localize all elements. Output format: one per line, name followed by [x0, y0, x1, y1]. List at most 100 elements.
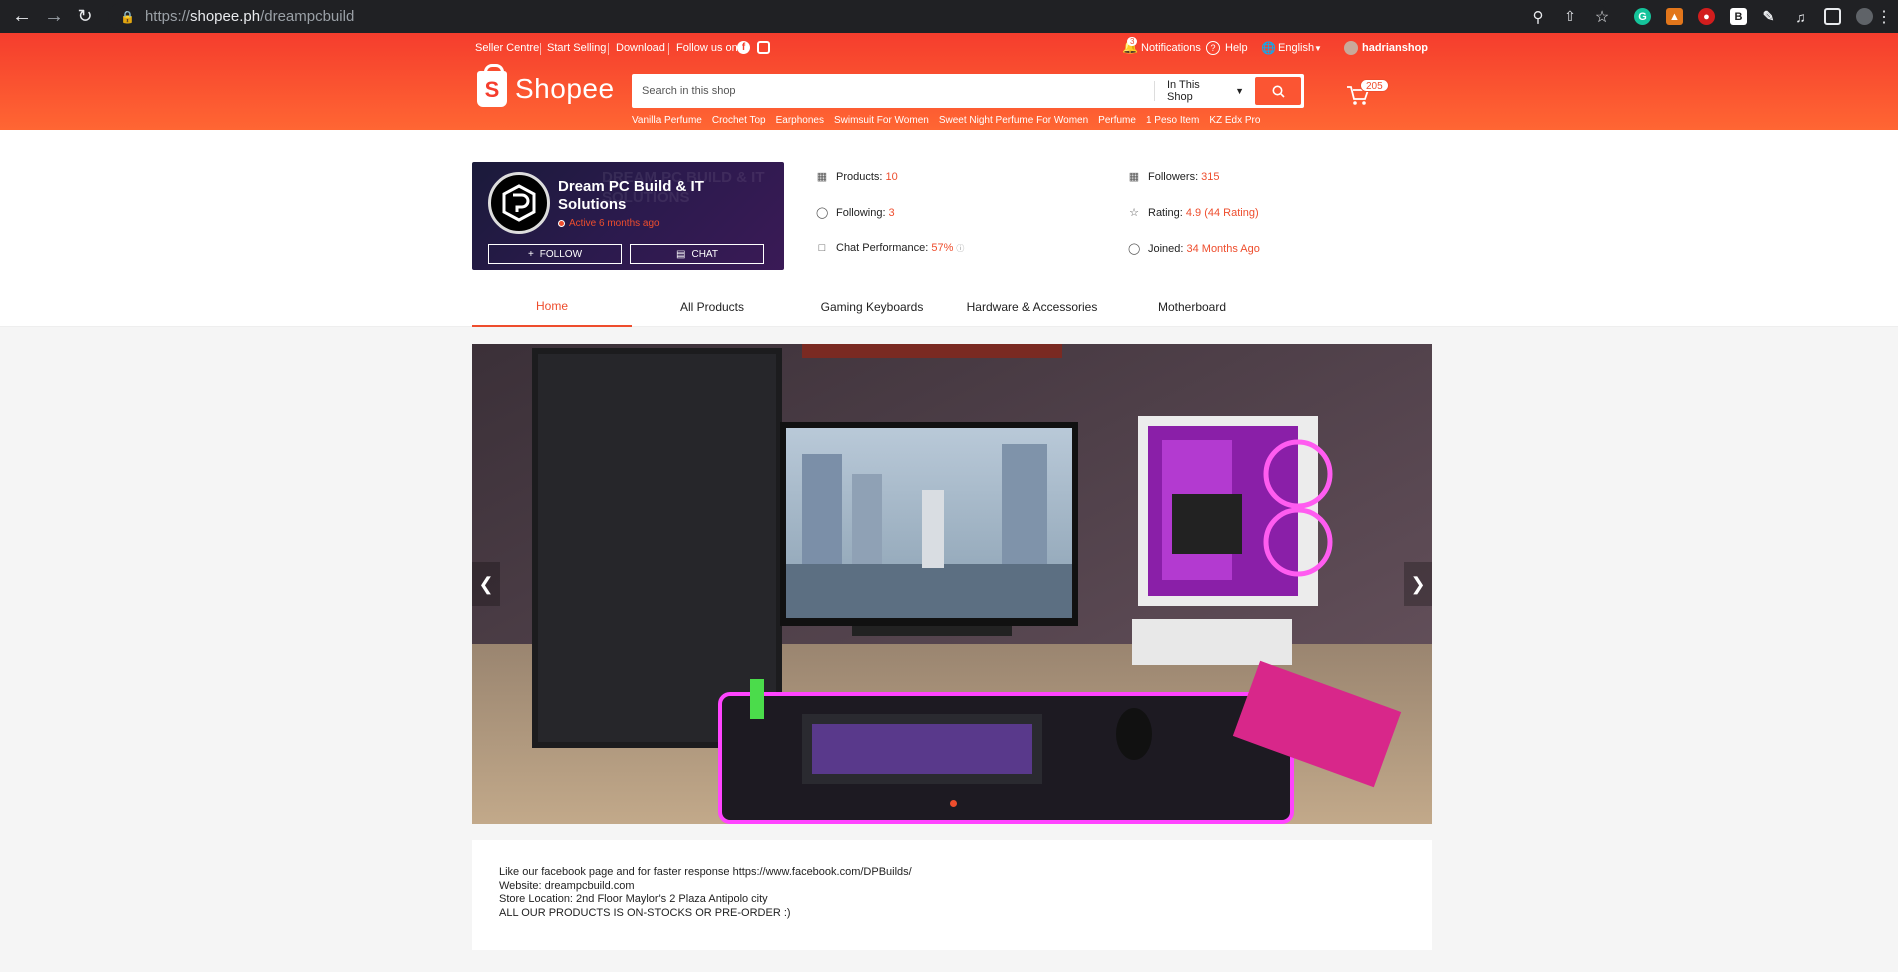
follow-label: FOLLOW [539, 248, 583, 260]
chevron-down-icon: ▼ [1314, 44, 1322, 53]
search-keywords: Vanilla Perfume Crochet Top Earphones Sw… [632, 115, 1260, 126]
search-icon [1272, 85, 1285, 98]
stat-value: 34 Months Ago [1186, 242, 1260, 255]
info-icon[interactable]: ⓘ [956, 243, 964, 254]
chat-button[interactable]: ▤ CHAT [630, 244, 764, 264]
keyword-link[interactable]: Perfume [1098, 115, 1136, 126]
zoom-icon[interactable]: ⚲ [1524, 0, 1552, 33]
shop-name: Dream PC Build & IT Solutions [558, 178, 704, 213]
tab-gaming-keyboards[interactable]: Gaming Keyboards [792, 287, 952, 327]
metamask-extension-icon[interactable]: ▲ [1666, 8, 1683, 25]
carousel-prev-button[interactable]: ❮ [472, 562, 500, 606]
facebook-icon[interactable]: f [737, 41, 750, 54]
stat-label: Joined: [1148, 242, 1184, 255]
keyword-link[interactable]: 1 Peso Item [1146, 115, 1199, 126]
help-link[interactable]: Help [1225, 42, 1248, 54]
language-selector[interactable]: English [1278, 42, 1314, 54]
shop-avatar[interactable] [488, 172, 550, 234]
url-text: https://shopee.ph/dreampcbuild [144, 8, 355, 25]
description-line: ALL OUR PRODUCTS IS ON-STOCKS OR PRE-ORD… [499, 906, 791, 919]
tab-motherboard[interactable]: Motherboard [1112, 287, 1272, 327]
stat-chat-performance: □ Chat Performance: 57% ⓘ [816, 242, 965, 254]
star-icon: ☆ [1129, 207, 1139, 219]
bookmark-star-icon[interactable]: ☆ [1588, 0, 1616, 33]
search-bar: In This Shop ▼ [632, 74, 1304, 108]
person-icon: ◯ [1128, 243, 1141, 255]
address-bar[interactable]: 🔒 https://shopee.ph/dreampcbuild [108, 3, 1608, 30]
person-icon: ◯ [816, 207, 829, 219]
description-line: Website: dreampcbuild.com [499, 879, 635, 892]
stat-label: Chat Performance: [836, 242, 929, 254]
stat-value: 4.9 (44 Rating) [1185, 206, 1259, 219]
banner-image [472, 344, 1432, 824]
keyword-link[interactable]: Sweet Night Perfume For Women [939, 115, 1088, 126]
user-avatar[interactable] [1344, 41, 1358, 55]
extension-b-icon[interactable]: B [1730, 8, 1747, 25]
chevron-down-icon: ▼ [1235, 86, 1244, 96]
stat-label: Followers: [1148, 170, 1199, 183]
status-dot-icon [558, 220, 565, 227]
notifications-link[interactable]: Notifications [1141, 42, 1201, 54]
share-icon[interactable]: ⇧ [1556, 0, 1584, 33]
keyword-link[interactable]: Earphones [776, 115, 824, 126]
keyword-link[interactable]: KZ Edx Pro [1209, 115, 1260, 126]
back-icon[interactable]: ← [8, 0, 36, 33]
shop-card: DREAM PC BUILD & IT SOLUTIONS Dream PC B… [472, 162, 784, 270]
carousel-indicator-dot[interactable] [950, 800, 957, 807]
globe-icon: 🌐 [1261, 41, 1276, 55]
download-link[interactable]: Download [616, 42, 665, 54]
keyword-link[interactable]: Vanilla Perfume [632, 115, 702, 126]
stat-value: 10 [885, 170, 898, 183]
shop-tabs: Home All Products Gaming Keyboards Hardw… [472, 287, 1432, 327]
chat-icon: ▤ [676, 248, 686, 260]
instagram-icon[interactable] [757, 41, 770, 54]
carousel-next-button[interactable]: ❯ [1404, 562, 1432, 606]
stat-rating: ☆ Rating: 4.9 (44 Rating) [1128, 206, 1259, 220]
keyword-link[interactable]: Crochet Top [712, 115, 766, 126]
follow-us-label: Follow us on [676, 42, 738, 54]
menu-kebab-icon[interactable]: ⋮ [1870, 0, 1898, 33]
reload-icon[interactable]: ↻ [71, 0, 99, 33]
stat-value: 3 [888, 206, 895, 219]
shop-active-text: Active 6 months ago [569, 218, 660, 229]
shopee-logo[interactable]: S Shopee [477, 64, 615, 107]
username-link[interactable]: hadrianshop [1362, 42, 1428, 54]
stat-value: 57% [931, 242, 954, 254]
divider [608, 43, 609, 55]
stat-followers: ▦ Followers: 315 [1128, 170, 1220, 184]
start-selling-link[interactable]: Start Selling [547, 42, 606, 54]
grammarly-extension-icon[interactable]: G [1634, 8, 1651, 25]
extension-red-icon[interactable]: ● [1698, 8, 1715, 25]
side-panel-icon[interactable] [1824, 8, 1841, 25]
stat-following: ◯ Following: 3 [816, 206, 895, 220]
description-line: Store Location: 2nd Floor Maylor's 2 Pla… [499, 893, 768, 905]
stat-products: ▦ Products: 10 [816, 170, 898, 184]
follow-button[interactable]: + FOLLOW [488, 244, 622, 264]
stat-value: 315 [1201, 170, 1220, 183]
keyword-link[interactable]: Swimsuit For Women [834, 115, 929, 126]
search-button[interactable] [1255, 77, 1301, 105]
browser-toolbar: ← → ↻ 🔒 https://shopee.ph/dreampcbuild ⚲… [0, 0, 1898, 33]
help-icon[interactable]: ? [1206, 41, 1220, 55]
media-control-icon[interactable]: ♫ [1792, 8, 1809, 25]
chevron-right-icon: ❯ [1410, 573, 1426, 594]
tab-home[interactable]: Home [472, 287, 632, 327]
shop-active-status: Active 6 months ago [558, 218, 660, 229]
lock-icon: 🔒 [120, 9, 135, 24]
divider [540, 43, 541, 55]
tab-hardware-accessories[interactable]: Hardware & Accessories [952, 287, 1112, 327]
chat-label: CHAT [691, 248, 718, 260]
tab-all-products[interactable]: All Products [632, 287, 792, 327]
stat-joined: ◯ Joined: 34 Months Ago [1128, 242, 1260, 256]
seller-centre-link[interactable]: Seller Centre [475, 42, 539, 54]
chat-bubble-icon: □ [818, 242, 826, 254]
banner-carousel: ❮ ❯ [472, 344, 1432, 824]
forward-icon[interactable]: → [40, 0, 68, 33]
stat-label: Rating: [1148, 206, 1183, 219]
divider [668, 43, 669, 55]
puzzle-extensions-icon[interactable]: ✎ [1760, 8, 1777, 25]
shopee-bag-icon: S [477, 64, 507, 107]
search-input[interactable] [642, 83, 1142, 99]
logo-text: Shopee [515, 73, 615, 104]
search-scope-dropdown[interactable]: In This Shop ▼ [1154, 79, 1244, 103]
